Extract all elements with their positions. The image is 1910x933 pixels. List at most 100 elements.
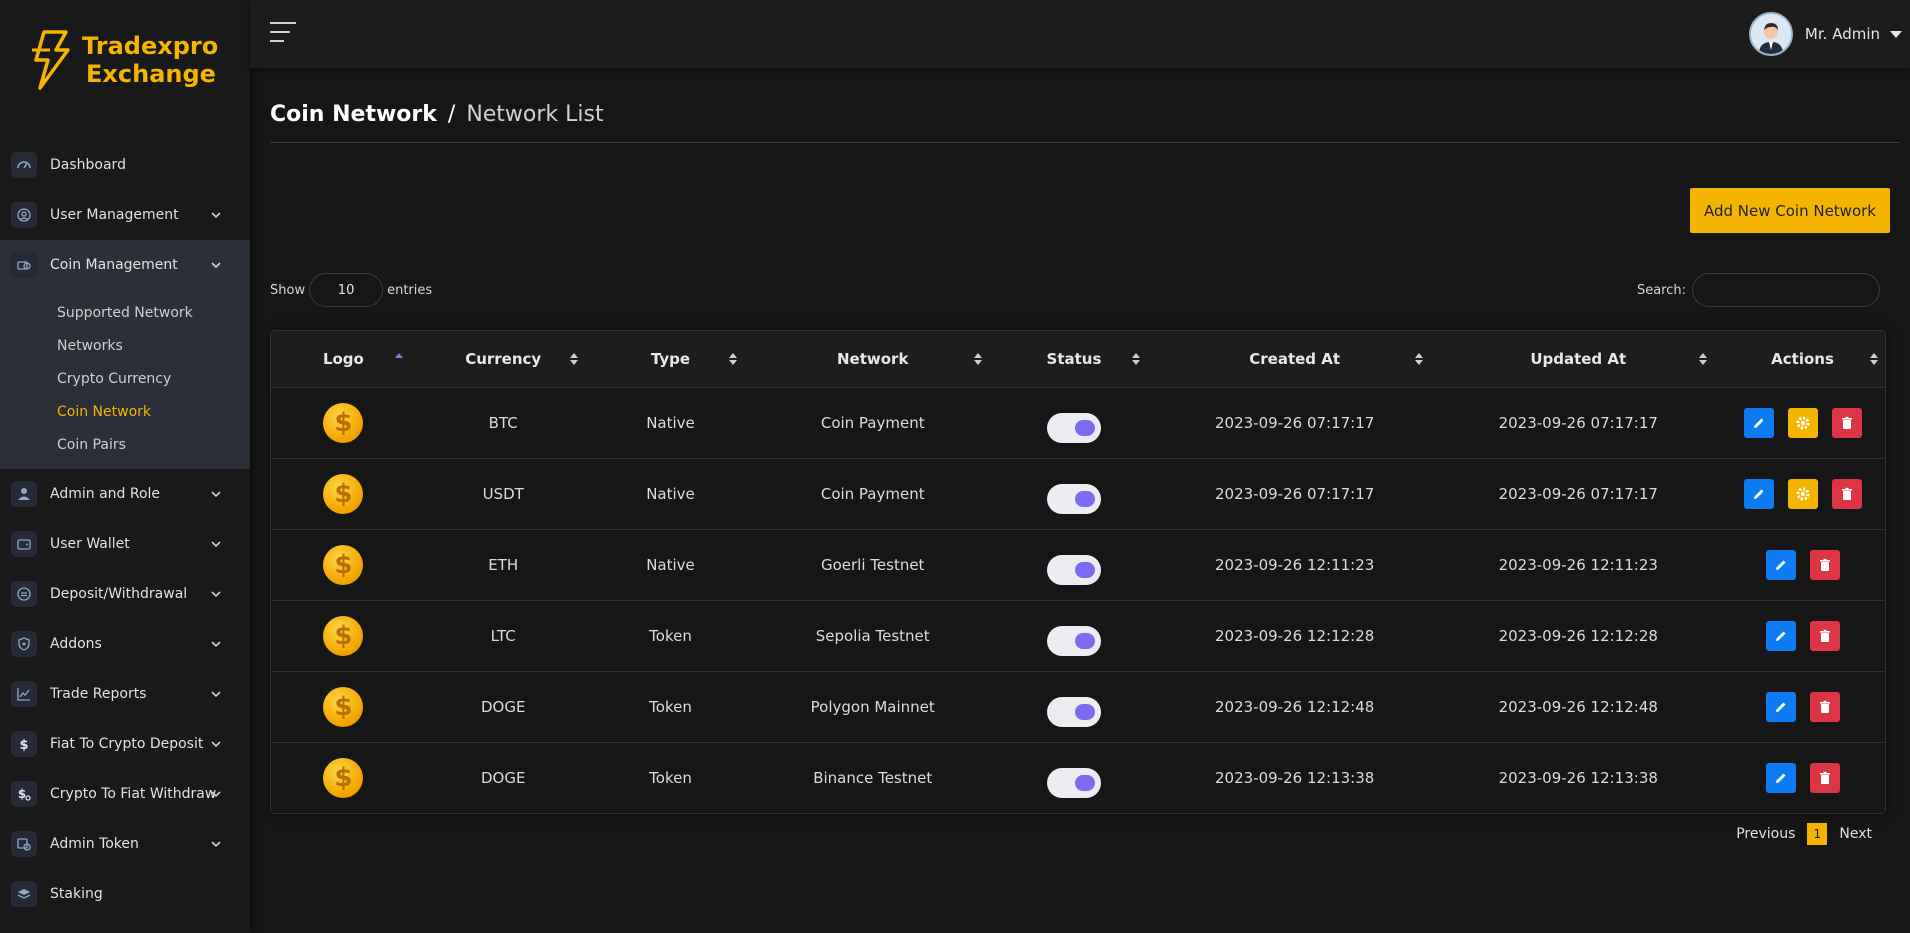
layers-icon bbox=[11, 881, 37, 907]
edit-button[interactable] bbox=[1743, 478, 1774, 509]
sidebar-item-admin-and-role[interactable]: Admin and Role bbox=[0, 469, 250, 519]
pagination-previous[interactable]: Previous bbox=[1736, 826, 1795, 842]
column-header-logo[interactable]: Logo bbox=[271, 331, 416, 387]
admin-icon bbox=[11, 481, 37, 507]
search-input[interactable] bbox=[1692, 273, 1880, 307]
column-header-updated-at[interactable]: Updated At bbox=[1436, 331, 1720, 387]
cell-logo: $ bbox=[271, 529, 416, 600]
cell-created-at: 2023-09-26 07:17:17 bbox=[1215, 484, 1375, 503]
sidebar-item-coin-management[interactable]: Coin Management bbox=[0, 240, 250, 290]
cell-logo: $ bbox=[271, 600, 416, 671]
cell-actions bbox=[1720, 458, 1885, 529]
coin-dollar-icon: $ bbox=[323, 757, 364, 798]
token-icon bbox=[11, 831, 37, 857]
sidebar-nav: Dashboard User Management Coin Managemen… bbox=[0, 140, 250, 919]
sidebar-item-deposit-withdrawal[interactable]: Deposit/Withdrawal bbox=[0, 569, 250, 619]
edit-button[interactable] bbox=[1765, 620, 1796, 651]
breadcrumb: Coin Network / Network List bbox=[270, 102, 604, 127]
coin-dollar-icon: $ bbox=[323, 615, 364, 656]
sort-asc-icon bbox=[394, 352, 403, 358]
user-circle-icon bbox=[11, 202, 37, 228]
cell-type: Native bbox=[646, 413, 695, 432]
edit-button[interactable] bbox=[1743, 407, 1774, 438]
dollar-convert-icon: $ bbox=[11, 781, 37, 807]
table-row: $ USDT Native Coin Payment 2023-09-26 07:17:… bbox=[271, 458, 1885, 529]
column-header-status[interactable]: Status bbox=[995, 331, 1153, 387]
settings-button[interactable] bbox=[1787, 478, 1818, 509]
breadcrumb-main[interactable]: Coin Network bbox=[270, 102, 437, 127]
cell-currency: USDT bbox=[482, 484, 524, 503]
sort-icon bbox=[569, 352, 578, 365]
status-toggle[interactable] bbox=[1046, 554, 1101, 585]
status-toggle[interactable] bbox=[1046, 625, 1101, 656]
delete-button[interactable] bbox=[1831, 407, 1862, 438]
sort-icon bbox=[1870, 352, 1878, 365]
cell-status bbox=[995, 600, 1153, 671]
cell-logo: $ bbox=[271, 458, 416, 529]
user-avatar-icon bbox=[1750, 14, 1791, 54]
chevron-down-icon bbox=[211, 741, 221, 748]
sidebar-item-admin-token[interactable]: Admin Token bbox=[0, 819, 250, 869]
edit-button[interactable] bbox=[1765, 691, 1796, 722]
coin-dollar-icon: $ bbox=[323, 473, 364, 514]
cell-currency: DOGE bbox=[480, 768, 526, 787]
chevron-down-icon bbox=[211, 691, 221, 698]
sidebar-subitem-crypto-currency[interactable]: Crypto Currency bbox=[0, 362, 250, 395]
delete-button[interactable] bbox=[1809, 762, 1840, 793]
chevron-down-icon bbox=[211, 591, 221, 598]
user-name: Mr. Admin bbox=[1804, 25, 1880, 43]
sidebar-subitem-networks[interactable]: Networks bbox=[0, 329, 250, 362]
brand-logo[interactable]: Tradexpro Exchange bbox=[30, 28, 218, 92]
pagination-page-1[interactable]: 1 bbox=[1807, 823, 1828, 845]
sidebar-item-fiat-to-crypto-deposit[interactable]: $ Fiat To Crypto Deposit bbox=[0, 719, 250, 769]
entries-control: Show entries bbox=[270, 273, 432, 307]
delete-button[interactable] bbox=[1809, 691, 1840, 722]
cell-status bbox=[995, 458, 1153, 529]
sidebar-item-addons[interactable]: Addons bbox=[0, 619, 250, 669]
cell-created-at: 2023-09-26 12:11:23 bbox=[1215, 555, 1375, 574]
add-coin-network-button[interactable]: Add New Coin Network bbox=[1689, 188, 1890, 233]
coin-dollar-icon: $ bbox=[323, 402, 364, 443]
column-header-network[interactable]: Network bbox=[750, 331, 995, 387]
settings-button[interactable] bbox=[1787, 407, 1818, 438]
status-toggle[interactable] bbox=[1046, 412, 1101, 443]
user-menu[interactable]: Mr. Admin bbox=[1748, 12, 1902, 56]
delete-button[interactable] bbox=[1809, 620, 1840, 651]
caret-down-icon bbox=[1890, 30, 1902, 38]
search-control: Search: bbox=[1637, 273, 1880, 307]
sidebar-subitem-coin-network[interactable]: Coin Network bbox=[0, 395, 250, 428]
trash-icon bbox=[1839, 415, 1855, 431]
sidebar: Tradexpro Exchange Dashboard User Manage… bbox=[0, 0, 250, 933]
status-toggle[interactable] bbox=[1046, 696, 1101, 727]
delete-button[interactable] bbox=[1831, 478, 1862, 509]
entries-select[interactable] bbox=[309, 273, 384, 307]
column-header-actions[interactable]: Actions bbox=[1720, 331, 1885, 387]
table-row: $ DOGE Token Binance Testnet 2023-09-26 12:1… bbox=[271, 742, 1885, 813]
coin-management-submenu: Supported Network Networks Crypto Curren… bbox=[0, 290, 250, 469]
sidebar-item-user-wallet[interactable]: User Wallet bbox=[0, 519, 250, 569]
cell-status bbox=[995, 742, 1153, 813]
column-header-created-at[interactable]: Created At bbox=[1153, 331, 1437, 387]
menu-toggle-icon[interactable] bbox=[270, 22, 296, 44]
pagination-next[interactable]: Next bbox=[1839, 826, 1872, 842]
brand-name: Tradexpro Exchange bbox=[82, 32, 219, 88]
column-header-type[interactable]: Type bbox=[591, 331, 751, 387]
column-header-currency[interactable]: Currency bbox=[416, 331, 591, 387]
sidebar-item-trade-reports[interactable]: Trade Reports bbox=[0, 669, 250, 719]
sidebar-subitem-coin-pairs[interactable]: Coin Pairs bbox=[0, 428, 250, 461]
status-toggle[interactable] bbox=[1046, 483, 1101, 514]
sidebar-item-user-management[interactable]: User Management bbox=[0, 190, 250, 240]
toggle-knob bbox=[1074, 561, 1095, 578]
cell-type: Token bbox=[649, 626, 692, 645]
edit-button[interactable] bbox=[1765, 762, 1796, 793]
edit-button[interactable] bbox=[1765, 549, 1796, 580]
delete-button[interactable] bbox=[1809, 549, 1840, 580]
pencil-icon bbox=[1773, 628, 1789, 644]
sidebar-item-crypto-to-fiat-withdraw[interactable]: $ Crypto To Fiat Withdraw bbox=[0, 769, 250, 819]
sidebar-item-staking[interactable]: Staking bbox=[0, 869, 250, 919]
sidebar-item-label: Dashboard bbox=[50, 157, 126, 173]
sidebar-item-dashboard[interactable]: Dashboard bbox=[0, 140, 250, 190]
sidebar-subitem-supported-network[interactable]: Supported Network bbox=[0, 296, 250, 329]
status-toggle[interactable] bbox=[1046, 767, 1101, 798]
cell-actions bbox=[1720, 671, 1885, 742]
